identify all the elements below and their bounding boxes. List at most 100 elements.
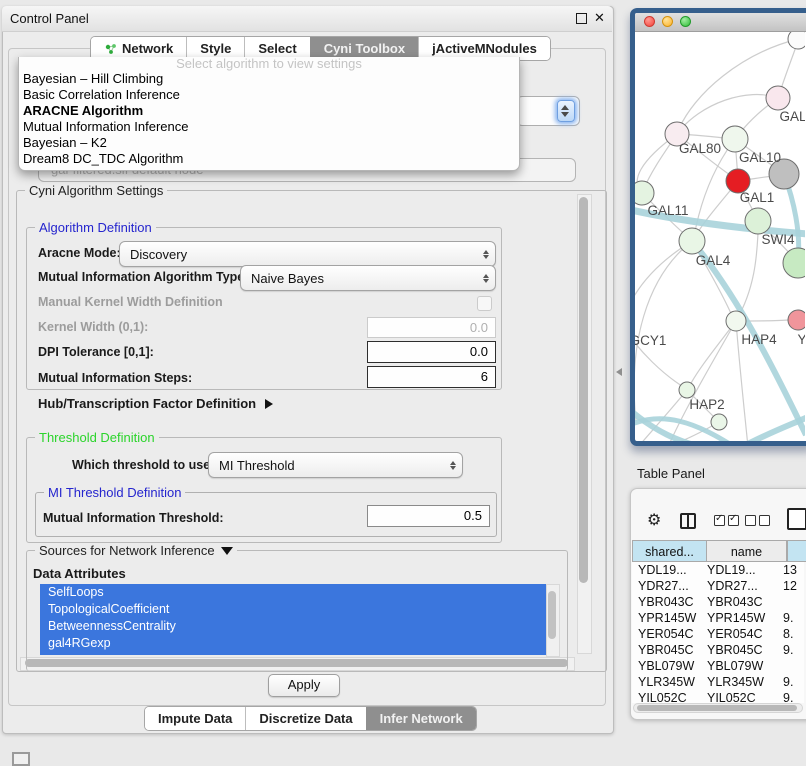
table-row[interactable]: YBR043CYBR043C [632,594,804,610]
field-value: 0.0 [368,318,495,337]
data-attributes-label: Data Attributes [33,566,126,581]
combo-value: MI Threshold [209,458,444,473]
attribute-item-topologicalcoefficient[interactable]: TopologicalCoefficient [40,601,546,618]
inference-algorithm-combo[interactable] [516,96,580,126]
zoom-traffic-light-icon[interactable] [680,16,691,27]
network-canvas[interactable]: GALGAL80GAL10GAL1GAL11SWI4GAL4GCY1HAP4YH… [635,32,805,442]
dpi-tolerance-field[interactable]: 0.0 [367,341,496,363]
combo-value: Naive Bayes [241,271,477,286]
expander-label: Hub/Transcription Factor Definition [38,396,256,411]
column-header-shared-name[interactable]: shared... [632,540,707,562]
mi-steps-label: Mutual Information Steps: [38,371,192,385]
float-window-icon[interactable] [576,13,587,24]
algorithm-dropdown-list: Select algorithm to view settings Bayesi… [18,57,520,171]
check-all-icon[interactable] [714,515,725,526]
table-row[interactable]: YPR145WYPR145W9. [632,610,804,626]
mi-algorithm-type-label: Mutual Information Algorithm Type: [38,270,248,284]
dropdown-item-basic-correlation-inference[interactable]: Basic Correlation Inference [19,87,519,103]
document-icon[interactable] [787,508,806,530]
node-label-y: Y [797,332,805,347]
chevron-down-icon [221,547,233,555]
dropdown-item-bayesian-k2[interactable]: Bayesian – K2 [19,135,519,151]
mi-algorithm-type-combo[interactable]: Naive Bayes [240,265,496,291]
settings-vertical-scrollbar[interactable] [577,194,592,654]
scrollbar-thumb[interactable] [579,197,588,583]
table-cell [775,658,804,674]
table-cell: YIL052C [703,690,775,703]
manual-kernel-width-checkbox[interactable] [477,296,492,311]
table-row[interactable]: YIL052CYIL052C9. [632,690,804,703]
table-cell: YBL079W [632,658,703,674]
uncheck-all-icon[interactable] [759,515,770,526]
aracne-mode-combo[interactable]: Discovery [119,241,496,267]
column-header-clipped[interactable] [787,540,806,562]
network-node[interactable] [788,32,805,49]
manual-kernel-width-label: Manual Kernel Width Definition [38,295,223,309]
control-panel-titlebar [2,6,612,32]
close-icon[interactable]: ✕ [594,10,605,26]
data-attributes-list: SelfLoopsTopologicalCoefficientBetweenne… [40,584,546,655]
network-node[interactable] [722,126,748,152]
mi-steps-field[interactable]: 6 [367,366,496,388]
attribute-item-selfloops[interactable]: SelfLoops [40,584,546,601]
node-label-hap2: HAP2 [689,397,724,412]
network-node[interactable] [783,248,805,278]
chevron-right-icon [265,399,273,409]
check-all-icon[interactable] [728,515,739,526]
mi-threshold-field[interactable]: 0.5 [367,505,490,527]
network-node[interactable] [635,181,654,205]
combo-spinner-icon [477,250,495,259]
network-edge[interactable] [635,241,692,321]
kernel-width-field[interactable]: 0.0 [367,317,496,338]
network-edge[interactable] [689,321,736,387]
gear-icon[interactable]: ⚙ [647,510,661,529]
network-node[interactable] [726,311,746,331]
network-node[interactable] [788,310,805,330]
table-cell: 8. [775,626,804,642]
dropdown-item-dream8-dc-tdc-algorithm[interactable]: Dream8 DC_TDC Algorithm [19,151,519,167]
dropdown-item-mutual-information-inference[interactable]: Mutual Information Inference [19,119,519,135]
table-row[interactable]: YBR045CYBR045C9. [632,642,804,658]
scrollbar-thumb[interactable] [637,705,797,711]
network-node[interactable] [745,208,771,234]
attribute-item-betweennesscentrality[interactable]: BetweennessCentrality [40,618,546,635]
network-view-window[interactable]: GALGAL80GAL10GAL1GAL11SWI4GAL4GCY1HAP4YH… [630,8,806,446]
network-icon [104,43,117,55]
table-row[interactable]: YBL079WYBL079W [632,658,804,674]
network-node[interactable] [766,86,790,110]
close-traffic-light-icon[interactable] [644,16,655,27]
tab-discretize-data[interactable]: Discretize Data [245,707,365,730]
table-horizontal-scrollbar[interactable] [633,703,803,713]
combo-spinner-icon[interactable] [557,100,575,122]
attribute-item-gal4rgexp[interactable]: gal4RGexp [40,635,546,652]
table-row[interactable]: YER054CYER054C8. [632,626,804,642]
network-edge-highlighted[interactable] [738,417,805,442]
network-window-titlebar [635,13,806,32]
which-threshold-combo[interactable]: MI Threshold [208,452,463,478]
split-columns-icon[interactable] [680,513,696,529]
table-row[interactable]: YDL19...YDL19...13 [632,562,804,578]
panel-splitter-handle[interactable] [616,368,622,376]
table-row[interactable]: YDR27...YDR27...12 [632,578,804,594]
tab-infer-network[interactable]: Infer Network [366,707,476,730]
minimize-traffic-light-icon[interactable] [662,16,673,27]
attributes-list-scrollbar[interactable] [546,584,560,657]
network-node[interactable] [679,228,705,254]
uncheck-all-icon[interactable] [745,515,756,526]
tab-impute-data[interactable]: Impute Data [145,707,245,730]
table-cell: 12 [775,578,804,594]
combo-spinner-icon [477,274,495,283]
column-header-name[interactable]: name [707,540,787,562]
table-cell: YBL079W [703,658,775,674]
floating-panel-fragment [12,752,30,766]
table-row[interactable]: YLR345WYLR345W9. [632,674,804,690]
network-node[interactable] [711,414,727,430]
hub-transcription-factor-expander[interactable]: Hub/Transcription Factor Definition [38,396,273,411]
dropdown-item-bayesian-hill-climbing[interactable]: Bayesian – Hill Climbing [19,71,519,87]
scrollbar-thumb[interactable] [548,591,556,639]
table-cell: YBR043C [632,594,703,610]
apply-button[interactable]: Apply [268,674,340,697]
dropdown-item-aracne-algorithm[interactable]: ARACNE Algorithm [19,103,519,119]
node-label-gcy1: GCY1 [635,333,666,348]
network-node[interactable] [679,382,695,398]
